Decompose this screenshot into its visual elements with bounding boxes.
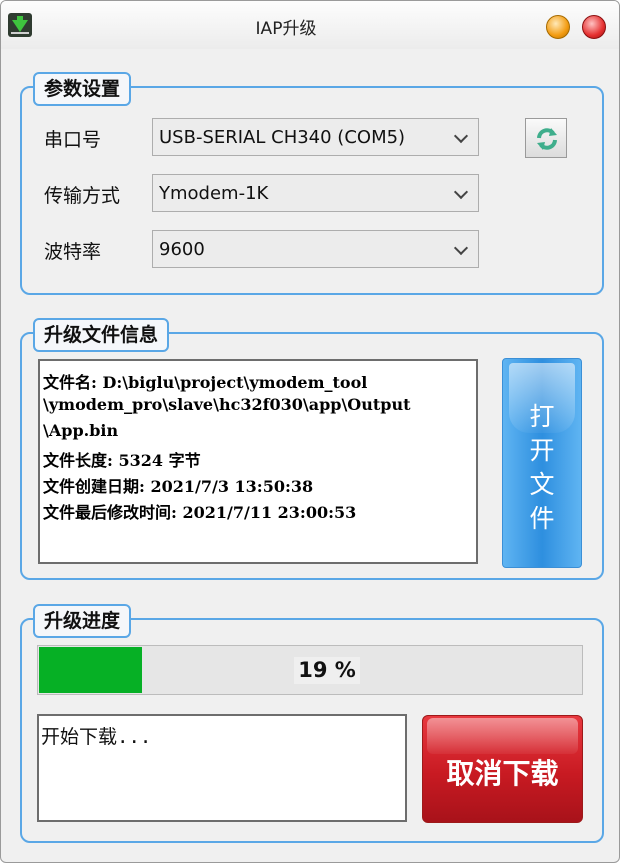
- progress-legend: 升级进度: [33, 604, 132, 638]
- chevron-down-icon: [453, 128, 469, 144]
- port-select-value: USB-SERIAL CH340 (COM5): [159, 127, 406, 148]
- close-icon[interactable]: [582, 15, 606, 39]
- open-file-char: 开: [529, 436, 555, 465]
- params-group: 参数设置 串口号 USB-SERIAL CH340 (COM5) 传输方式 Ym…: [20, 72, 604, 295]
- open-file-char: 件: [529, 504, 555, 533]
- file-info-line: \App.bin: [43, 421, 119, 440]
- port-label: 串口号: [44, 129, 102, 151]
- iap-window: IAP升级 参数设置 串口号 USB-SERIAL CH340 (COM5) 传…: [0, 0, 620, 863]
- protocol-select-value: Ymodem-1K: [159, 183, 269, 204]
- protocol-select[interactable]: Ymodem-1K: [152, 174, 479, 212]
- cancel-download-button[interactable]: 取消下载: [422, 715, 583, 823]
- progress-group: 升级进度 19 % 开始下载... 取消下载: [20, 604, 604, 843]
- window-title: IAP升级: [255, 19, 317, 39]
- title-bar: IAP升级: [1, 1, 619, 49]
- file-info-line: 文件长度: 5324 字节: [43, 451, 201, 470]
- file-info-box[interactable]: 文件名: D:\biglu\project\ymodem_tool \ymode…: [38, 359, 478, 564]
- file-info-line: 文件创建日期: 2021/7/3 13:50:38: [43, 477, 314, 496]
- open-file-button[interactable]: 打 开 文 件: [502, 358, 582, 568]
- open-file-char: 文: [529, 470, 555, 499]
- log-textbox[interactable]: 开始下载...: [37, 714, 407, 822]
- cancel-download-label: 取消下载: [446, 757, 559, 790]
- log-text: 开始下载...: [41, 726, 152, 748]
- progress-percent: 19 %: [294, 657, 360, 684]
- open-file-char: 打: [529, 402, 555, 431]
- params-legend: 参数设置: [33, 72, 132, 106]
- baud-select[interactable]: 9600: [152, 230, 479, 268]
- chevron-down-icon: [453, 240, 469, 256]
- file-info-line: 文件最后修改时间: 2021/7/11 23:00:53: [43, 503, 357, 522]
- file-info-legend: 升级文件信息: [33, 318, 170, 352]
- file-info-line: 文件名: D:\biglu\project\ymodem_tool: [43, 373, 368, 392]
- progress-fill: [39, 647, 142, 693]
- file-info-group: 升级文件信息 文件名: D:\biglu\project\ymodem_tool…: [20, 318, 604, 580]
- chevron-down-icon: [453, 184, 469, 200]
- port-select[interactable]: USB-SERIAL CH340 (COM5): [152, 118, 479, 156]
- baud-label: 波特率: [44, 241, 102, 263]
- refresh-button[interactable]: [525, 118, 567, 158]
- file-info-line: \ymodem_pro\slave\hc32f030\app\Output: [43, 395, 411, 414]
- baud-select-value: 9600: [159, 239, 205, 260]
- progress-bar: 19 %: [37, 645, 583, 695]
- refresh-icon: [537, 128, 557, 150]
- protocol-label: 传输方式: [44, 185, 121, 207]
- minimize-icon[interactable]: [546, 15, 570, 39]
